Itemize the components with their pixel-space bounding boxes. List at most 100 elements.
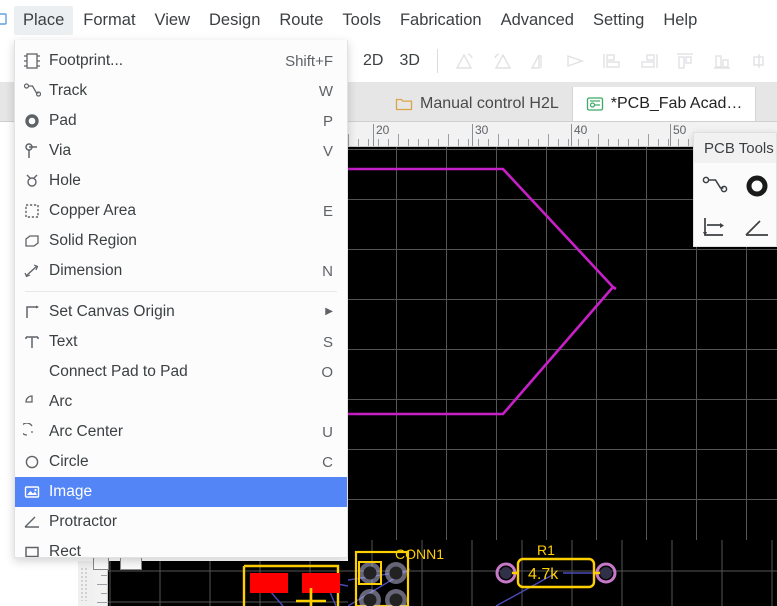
menubar-item-advanced[interactable]: Advanced (492, 6, 583, 35)
footprint-icon (15, 52, 49, 70)
circle-icon (15, 453, 49, 471)
menu-item-solid-region[interactable]: Solid Region (15, 226, 347, 256)
pcb-tools-title: PCB Tools (694, 133, 776, 163)
menu-item-label: Text (49, 333, 78, 350)
protractor-icon (745, 220, 768, 236)
ruler-tick-mid (598, 134, 599, 146)
place-dropdown-menu: Footprint... Shift+F Track W Pad P Via V Hole Cop… (14, 40, 348, 558)
ruler-label: 50 (673, 123, 687, 137)
menu-item-arc-center[interactable]: Arc Center U (15, 417, 347, 447)
menu-item-via[interactable]: Via V (15, 136, 347, 166)
align-right-icon[interactable] (634, 48, 663, 74)
canvas-tool-button-b[interactable] (120, 556, 142, 570)
menubar-item-design[interactable]: Design (200, 6, 269, 35)
menu-item-image[interactable]: Image (15, 477, 347, 507)
flip-horizontal-icon[interactable] (524, 48, 553, 74)
ruler-tick (578, 139, 579, 146)
align-left-icon[interactable] (598, 48, 627, 74)
ruler-tick (438, 139, 439, 146)
view-mode-3d-button[interactable]: 3D (391, 49, 427, 73)
menu-item-shortcut: P (322, 112, 333, 130)
canvas-tool-button-a[interactable] (93, 556, 109, 570)
tab-pcb-fab-acad[interactable]: *PCB_Fab Acad… (572, 87, 757, 121)
menu-item-label: Arc (49, 393, 73, 410)
panel-drag-dots[interactable] (80, 567, 88, 601)
component-label-conn1: CONN1 (395, 546, 444, 562)
distribute-vertical-icon[interactable] (744, 48, 773, 74)
track-icon (15, 82, 49, 100)
flip-vertical-icon[interactable] (561, 48, 590, 74)
pcb-tool-pad[interactable] (736, 165, 776, 207)
menu-item-shortcut: N (322, 262, 333, 280)
ruler-tick (428, 139, 429, 146)
menubar-item-tools[interactable]: Tools (333, 6, 390, 35)
menubar-item-fabrication[interactable]: Fabrication (391, 6, 491, 35)
ruler-tick (628, 139, 629, 146)
protractor-icon (15, 513, 49, 531)
menu-item-rect[interactable]: Rect (15, 537, 347, 557)
ruler-tick-mid (348, 134, 349, 146)
menu-item-label: Circle (49, 453, 89, 470)
menubar-item-place[interactable]: Place (14, 5, 74, 35)
ruler-tick (638, 139, 639, 146)
pcb-tools-panel: PCB Tools (693, 132, 777, 247)
menu-item-label: Pad (49, 112, 77, 129)
menu-item-label: Connect Pad to Pad (49, 363, 188, 380)
via-icon (15, 142, 49, 160)
menu-item-track[interactable]: Track W (15, 76, 347, 106)
ruler-tick (558, 139, 559, 146)
menu-item-arc[interactable]: Arc (15, 387, 347, 417)
pcb-canvas-bottom-left-region[interactable] (108, 561, 348, 606)
menu-item-shortcut: S (322, 333, 333, 351)
ruler-tick (588, 139, 589, 146)
menu-item-pad[interactable]: Pad P (15, 106, 347, 136)
pcb-tool-protractor[interactable] (736, 207, 776, 246)
rotate-right-icon[interactable] (488, 48, 517, 74)
folder-icon (395, 98, 413, 111)
image-icon (15, 483, 49, 501)
menu-item-footprint[interactable]: Footprint... Shift+F (15, 46, 347, 76)
ruler-tick (408, 139, 409, 146)
ruler-tick (508, 139, 509, 146)
menu-item-set-canvas-origin[interactable]: Set Canvas Origin ▶ (15, 297, 347, 327)
menu-item-connect-pad-to-pad[interactable]: Connect Pad to Pad O (15, 357, 347, 387)
menu-separator (25, 291, 337, 292)
menu-item-copper-area[interactable]: Copper Area E (15, 196, 347, 226)
ruler-tick-mid (398, 134, 399, 146)
tab-manual-control-h2l[interactable]: Manual control H2L (382, 87, 573, 121)
menu-item-shortcut: E (322, 202, 333, 220)
ruler-tick (378, 139, 379, 146)
menubar-item-format[interactable]: Format (74, 6, 144, 35)
menu-item-circle[interactable]: Circle C (15, 447, 347, 477)
menubar-item-route[interactable]: Route (270, 6, 332, 35)
text-icon (15, 333, 49, 351)
rotate-left-icon[interactable] (451, 48, 480, 74)
menu-item-hole[interactable]: Hole (15, 166, 347, 196)
view-mode-2d-button[interactable]: 2D (355, 49, 391, 73)
ruler-tick (528, 139, 529, 146)
menu-item-text[interactable]: Text S (15, 327, 347, 357)
dimension-arrow-icon (703, 218, 724, 236)
left-panel-edge (78, 561, 94, 606)
ruler-tick (688, 139, 689, 146)
menu-item-label: Protractor (49, 513, 118, 530)
pcb-canvas-bottom-region[interactable]: CONN1 R1 4.7k (348, 540, 777, 606)
menu-item-shortcut: U (322, 423, 333, 441)
menu-item-dimension[interactable]: Dimension N (15, 256, 347, 286)
pcb-tool-dimension[interactable] (694, 207, 736, 246)
menu-item-shortcut: O (321, 363, 333, 381)
align-bottom-icon[interactable] (708, 48, 737, 74)
menubar-item-view[interactable]: View (146, 6, 199, 35)
ruler-tick-mid (548, 134, 549, 146)
menu-item-label: Solid Region (49, 232, 137, 249)
menubar-item-setting[interactable]: Setting (584, 6, 653, 35)
menu-item-label: Hole (49, 172, 81, 189)
pcb-tool-track[interactable] (694, 165, 736, 207)
ruler-tick (618, 139, 619, 146)
menu-item-protractor[interactable]: Protractor (15, 507, 347, 537)
ruler-tick-mid (498, 134, 499, 146)
align-top-icon[interactable] (671, 48, 700, 74)
menubar-item-help[interactable]: Help (654, 6, 706, 35)
ruler-label: 20 (376, 123, 390, 137)
menu-item-label: Track (49, 82, 88, 99)
